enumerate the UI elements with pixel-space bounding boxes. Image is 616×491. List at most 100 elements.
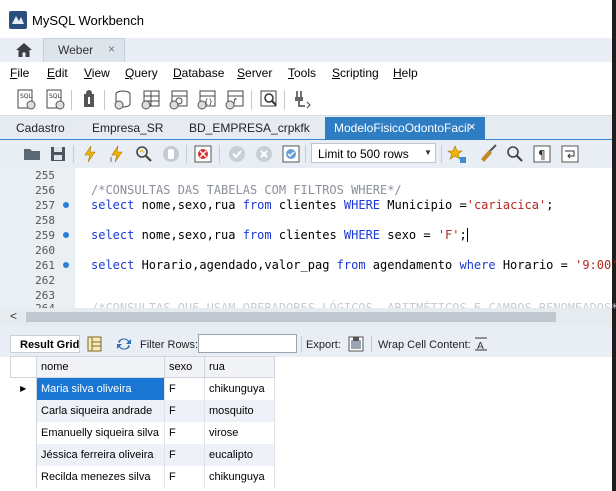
scrollbar-thumb[interactable]	[26, 312, 556, 322]
home-button[interactable]	[10, 38, 38, 62]
sql-keyword: from	[242, 198, 272, 212]
menu-server-rest: erver	[245, 66, 273, 80]
grid-header-row: nome sexo rua	[10, 356, 275, 378]
menu-scripting-rest: cripting	[340, 66, 379, 80]
connection-tab-close-icon[interactable]: ×	[108, 42, 115, 56]
search-table-data-icon[interactable]	[258, 88, 280, 110]
grid-cell-rua[interactable]: eucalipto	[204, 443, 275, 466]
invisible-chars-icon[interactable]: ¶	[532, 144, 552, 164]
new-sql-tab-icon[interactable]: SQL	[15, 88, 37, 110]
explain-icon[interactable]	[134, 144, 154, 164]
menu-file[interactable]: File	[10, 66, 29, 80]
export-icon[interactable]	[347, 335, 365, 353]
beautify-broom-icon[interactable]	[478, 144, 498, 164]
toolbar-separator	[186, 145, 187, 163]
toolbar-separator	[251, 90, 252, 110]
code-line-261: select Horario,agendado,valor_pag from a…	[91, 258, 616, 272]
grid-cell-rua[interactable]: chikunguya	[204, 465, 275, 488]
grid-cell-nome[interactable]: Recilda menezes silva	[36, 465, 165, 488]
grid-cell-nome[interactable]: Carla siqueira andrade	[36, 399, 165, 422]
column-header-rua[interactable]: rua	[204, 356, 275, 378]
text-cursor: ​	[466, 228, 468, 242]
grid-cell-sexo[interactable]: F	[164, 443, 205, 466]
menu-tools[interactable]: Tools	[288, 66, 316, 80]
sql-keyword: select	[91, 258, 135, 272]
tab-bd-empresa[interactable]: BD_EMPRESA_crpkfk	[189, 121, 310, 135]
table-row[interactable]: Emanuelly siqueira silva F virose	[10, 421, 275, 444]
grid-cell-nome[interactable]: Jéssica ferreira oliveira	[36, 443, 165, 466]
menu-query-rest: uery	[134, 66, 158, 80]
create-procedure-icon[interactable]: {}	[196, 88, 218, 110]
line-number: 262	[35, 274, 55, 287]
open-folder-icon[interactable]	[22, 144, 42, 164]
grid-cell-sexo[interactable]: F	[164, 465, 205, 488]
open-sql-script-icon[interactable]: SQL	[44, 88, 66, 110]
row-header	[10, 465, 37, 488]
refresh-arrows-icon[interactable]	[115, 336, 133, 352]
reconnect-icon[interactable]	[291, 88, 313, 110]
svg-text:I: I	[110, 156, 112, 164]
menu-server[interactable]: Server	[237, 66, 272, 80]
menu-tools-rest: ools	[294, 66, 317, 80]
table-row[interactable]: Carla siqueira andrade F mosquito	[10, 399, 275, 422]
stop-icon[interactable]	[161, 144, 181, 164]
save-icon[interactable]	[48, 144, 68, 164]
table-row[interactable]: Recilda menezes silva F chikunguya	[10, 465, 275, 488]
mysql-workbench-icon	[9, 11, 27, 29]
menu-view[interactable]: View	[84, 66, 110, 80]
line-number: 255	[35, 169, 55, 182]
line-number: 257	[35, 199, 55, 212]
create-schema-icon[interactable]	[112, 88, 134, 110]
rollback-icon[interactable]	[254, 144, 274, 164]
toolbar-separator	[305, 145, 306, 163]
menu-edit[interactable]: Edit	[47, 66, 68, 80]
sql-keyword: from	[242, 228, 272, 242]
autocommit-icon[interactable]	[281, 144, 301, 164]
create-table-icon[interactable]	[140, 88, 162, 110]
tab-empresa-sr[interactable]: Empresa_SR	[92, 121, 163, 135]
result-grid-label: Result Grid	[20, 339, 80, 351]
word-wrap-icon[interactable]	[560, 144, 580, 164]
sql-string: 'cariacica'	[466, 198, 547, 212]
execute-icon[interactable]	[80, 144, 100, 164]
filter-rows-input[interactable]	[198, 334, 297, 353]
scroll-left-arrow-icon[interactable]: <	[10, 309, 17, 323]
line-number: 260	[35, 244, 55, 257]
grid-cell-rua[interactable]: virose	[204, 421, 275, 444]
grid-cell-rua[interactable]: mosquito	[204, 399, 275, 422]
menu-help[interactable]: Help	[393, 66, 418, 80]
column-header-nome[interactable]: nome	[36, 356, 165, 378]
code-line-257: select nome,sexo,rua from clientes WHERE…	[91, 198, 554, 212]
grid-cell-nome[interactable]: Emanuelly siqueira silva	[36, 421, 165, 444]
add-snippet-star-icon[interactable]	[447, 144, 467, 164]
menu-edit-rest: dit	[55, 66, 68, 80]
sql-keyword: from	[336, 258, 366, 272]
result-grid: nome sexo rua ▶ Maria silva oliveira F c…	[10, 356, 275, 488]
menu-database[interactable]: Database	[173, 66, 224, 80]
grid-cell-sexo[interactable]: F	[164, 421, 205, 444]
grid-cell-rua[interactable]: chikunguya	[204, 377, 275, 400]
find-icon[interactable]	[505, 144, 525, 164]
grid-cell-sexo[interactable]: F	[164, 377, 205, 400]
grid-cell-sexo[interactable]: F	[164, 399, 205, 422]
tab-cadastro[interactable]: Cadastro	[16, 121, 65, 135]
menu-scripting[interactable]: Scripting	[332, 66, 379, 80]
form-editor-icon[interactable]	[87, 336, 103, 352]
column-header-sexo[interactable]: sexo	[164, 356, 205, 378]
menu-query[interactable]: Query	[125, 66, 158, 80]
execute-current-icon[interactable]: I	[107, 144, 127, 164]
connection-tab-label: Weber	[58, 43, 94, 57]
export-label: Export:	[306, 339, 341, 351]
table-row[interactable]: Jéssica ferreira oliveira F eucalipto	[10, 443, 275, 466]
create-view-icon[interactable]	[168, 88, 190, 110]
commit-icon[interactable]	[227, 144, 247, 164]
menu-scripting-accesskey: S	[332, 66, 341, 80]
table-row[interactable]: ▶ Maria silva oliveira F chikunguya	[10, 377, 275, 400]
grid-cell-nome[interactable]: Maria silva oliveira	[36, 377, 165, 400]
create-function-icon[interactable]: f	[224, 88, 246, 110]
toolbar-separator	[284, 90, 285, 110]
inspector-icon[interactable]	[78, 88, 100, 110]
wrap-cell-content-icon[interactable]: A	[473, 337, 489, 352]
tab-close-icon[interactable]: ×	[468, 119, 476, 134]
toggle-stop-on-error-icon[interactable]	[193, 144, 213, 164]
